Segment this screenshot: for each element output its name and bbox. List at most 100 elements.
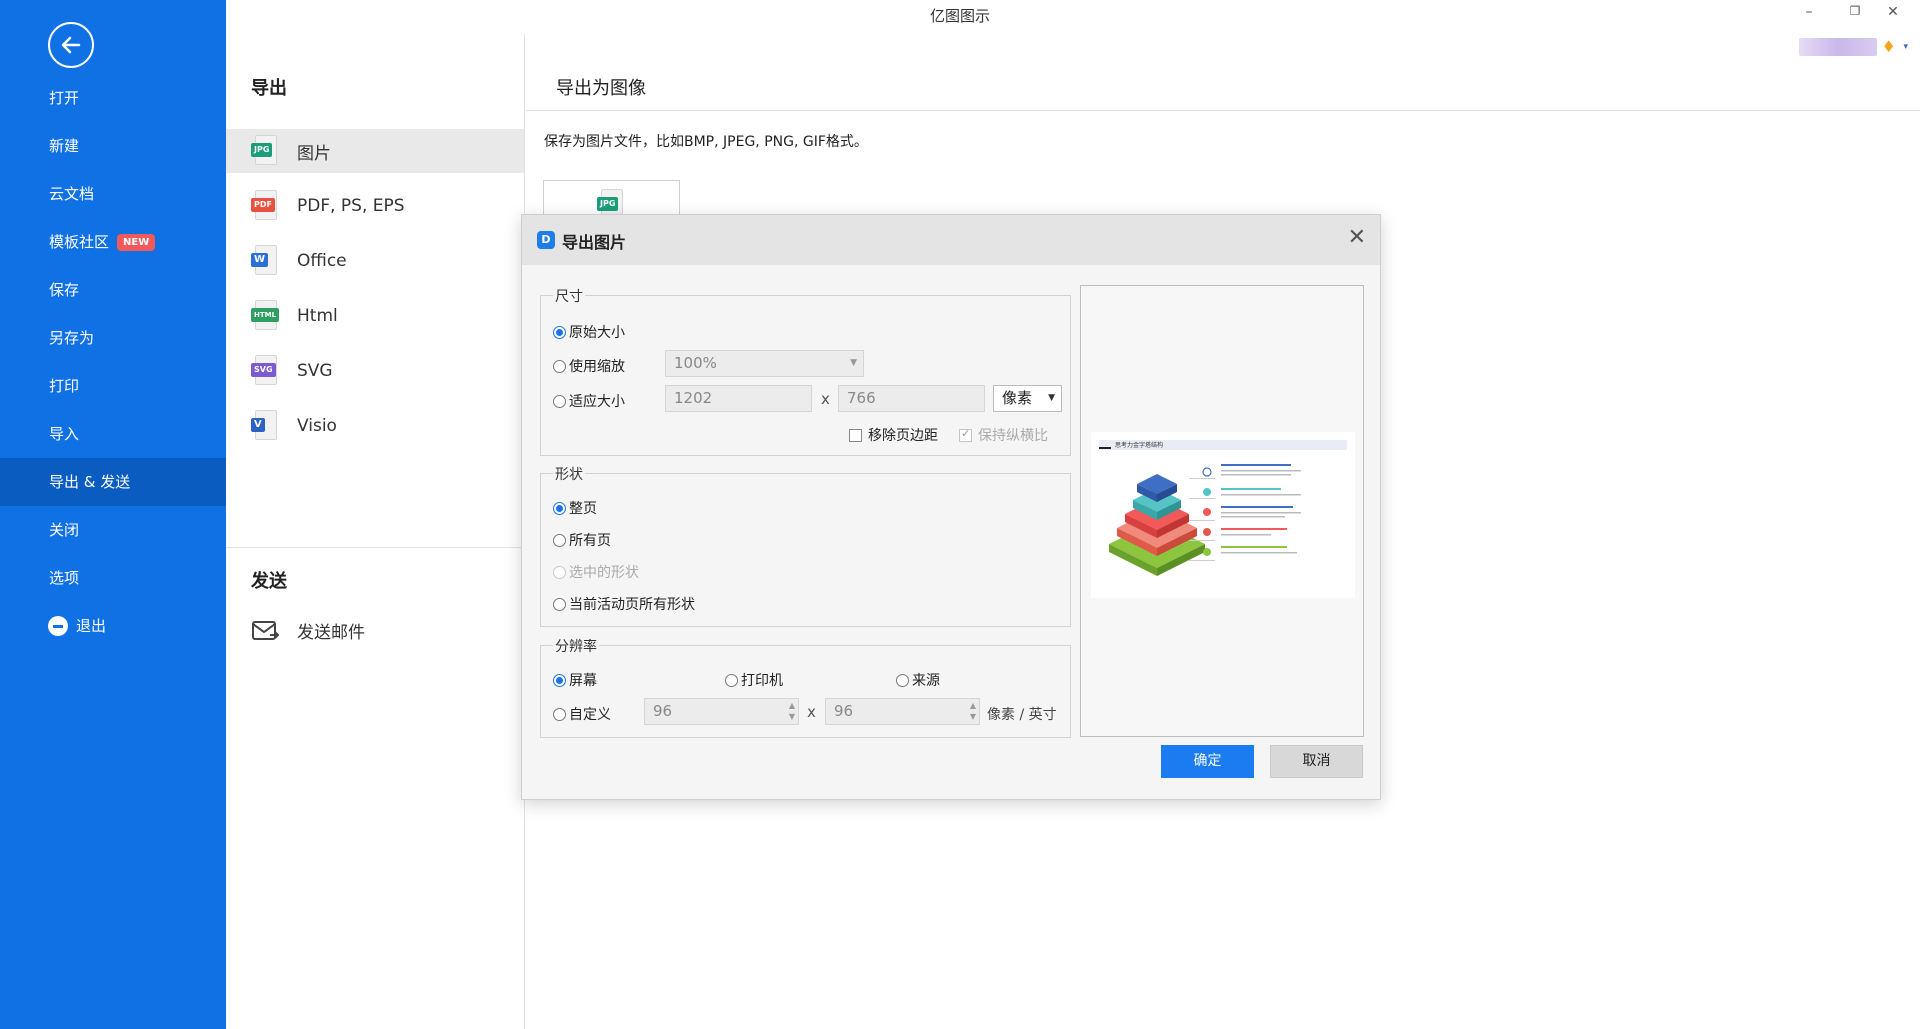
sidebar-item-label: 打印	[49, 377, 80, 395]
sidebar-item-templates[interactable]: 模板社区 NEW	[0, 218, 226, 266]
times-separator: x	[807, 703, 816, 721]
option-label: 使用缩放	[569, 359, 625, 375]
back-button[interactable]	[48, 22, 94, 68]
shape-group-title: 形状	[553, 464, 585, 484]
radio-button[interactable]	[553, 501, 566, 515]
sidebar-item-exit[interactable]: 退出	[0, 602, 226, 650]
format-item-html[interactable]: HTML Html	[226, 294, 524, 338]
pdf-file-icon: PDF	[251, 190, 279, 222]
send-email-item[interactable]: 发送邮件	[251, 618, 365, 643]
dpi-x-input[interactable]: 96 ▲ ▼	[644, 698, 799, 725]
radio-button[interactable]	[553, 673, 566, 687]
width-input[interactable]: 1202	[665, 385, 812, 412]
shape-all-pages-option[interactable]: 所有页	[553, 530, 611, 550]
format-item-visio[interactable]: V Visio	[226, 404, 524, 448]
dpi-x-value: 96	[653, 702, 673, 720]
radio-button[interactable]	[553, 707, 566, 721]
html-file-icon: HTML	[251, 300, 280, 332]
zoom-select[interactable]: 100% ▼	[665, 350, 864, 377]
format-item-pdf[interactable]: PDF PDF, PS, EPS	[226, 184, 524, 228]
format-item-office[interactable]: W Office	[226, 239, 524, 283]
sidebar-item-label: 选项	[49, 569, 80, 587]
resolution-group-title: 分辨率	[553, 636, 599, 656]
checkbox[interactable]	[959, 427, 972, 442]
format-label: SVG	[297, 361, 333, 381]
radio-button[interactable]	[553, 394, 566, 408]
radio-button[interactable]	[553, 325, 566, 339]
checkbox[interactable]	[849, 428, 862, 442]
sidebar-menu: 打开 新建 云文档 模板社区 NEW 保存 另存为 打印 导入 导出 & 发送 关…	[0, 74, 226, 650]
app-logo-icon: D	[537, 231, 555, 249]
pyramid-diagram-preview: 思考力金字塔结构	[1099, 440, 1347, 576]
minimize-button[interactable]: –	[1796, 4, 1822, 20]
app-title: 亿图图示	[929, 7, 990, 25]
sidebar-item-close[interactable]: 关闭	[0, 506, 226, 554]
sidebar: 打开 新建 云文档 模板社区 NEW 保存 另存为 打印 导入 导出 & 发送 关…	[0, 0, 226, 1029]
confirm-button[interactable]: 确定	[1161, 745, 1254, 778]
sidebar-item-label: 退出	[76, 617, 107, 635]
sidebar-item-new[interactable]: 新建	[0, 122, 226, 170]
shape-selected-option: 选中的形状	[553, 562, 639, 582]
dpi-y-input[interactable]: 96 ▲ ▼	[825, 698, 980, 725]
option-label: 打印机	[741, 673, 783, 689]
radio-button[interactable]	[553, 597, 566, 611]
vip-diamond-icon: ♦	[1881, 37, 1896, 56]
checkbox-label: 移除页边距	[868, 428, 938, 444]
option-label: 整页	[569, 501, 597, 517]
option-label: 选中的形状	[569, 565, 639, 581]
sidebar-item-open[interactable]: 打开	[0, 74, 226, 122]
user-avatar	[1799, 38, 1878, 56]
sidebar-item-save-as[interactable]: 另存为	[0, 314, 226, 362]
restore-button[interactable]: ❐	[1842, 4, 1868, 18]
preview-thumbnail: 思考力金字塔结构	[1091, 432, 1355, 598]
sidebar-item-label: 打开	[49, 89, 80, 107]
resolution-source-option[interactable]: 来源	[896, 670, 940, 690]
send-email-label: 发送邮件	[297, 623, 365, 643]
spinner-icon[interactable]: ▲ ▼	[970, 700, 976, 722]
export-image-dialog: D 导出图片 ✕ 尺寸 原始大小 使用缩放 100% ▼ 适应大小 1202 x …	[521, 214, 1381, 800]
size-zoom-option[interactable]: 使用缩放	[553, 356, 625, 376]
size-fit-option[interactable]: 适应大小	[553, 391, 625, 411]
sidebar-item-label: 保存	[49, 281, 80, 299]
format-item-svg[interactable]: SVG SVG	[226, 349, 524, 393]
caret-down-icon: ▾	[1903, 42, 1908, 52]
keep-ratio-checkbox[interactable]: 保持纵横比	[959, 425, 1048, 445]
sidebar-item-label: 关闭	[49, 521, 80, 539]
resolution-custom-option[interactable]: 自定义	[553, 704, 611, 724]
dialog-close-button[interactable]: ✕	[1348, 225, 1366, 251]
height-input[interactable]: 766	[838, 385, 985, 412]
dpi-y-value: 96	[834, 702, 854, 720]
format-item-image[interactable]: JPG 图片	[226, 129, 524, 173]
new-badge: NEW	[117, 233, 156, 251]
radio-button[interactable]	[553, 359, 566, 373]
format-label: Html	[297, 306, 338, 326]
user-account[interactable]: ♦ ▾	[1799, 38, 1908, 56]
preview-diagram-title: 思考力金字塔结构	[1115, 441, 1163, 449]
radio-button[interactable]	[553, 533, 566, 547]
shape-current-page-option[interactable]: 当前活动页所有形状	[553, 594, 695, 614]
sidebar-item-save[interactable]: 保存	[0, 266, 226, 314]
size-original-option[interactable]: 原始大小	[553, 322, 625, 342]
cancel-button[interactable]: 取消	[1270, 745, 1363, 778]
radio-button[interactable]	[725, 673, 738, 687]
size-group-title: 尺寸	[553, 286, 585, 306]
size-group: 尺寸 原始大小 使用缩放 100% ▼ 适应大小 1202 x 766 像素 ▼ 移…	[540, 286, 1071, 456]
close-window-button[interactable]: ✕	[1880, 4, 1906, 20]
unit-select[interactable]: 像素 ▼	[993, 385, 1062, 412]
sidebar-item-print[interactable]: 打印	[0, 362, 226, 410]
visio-file-icon: V	[251, 410, 279, 442]
resolution-screen-option[interactable]: 屏幕	[553, 670, 597, 690]
format-label: Visio	[297, 416, 337, 436]
caret-down-icon: ▼	[850, 358, 857, 368]
remove-margin-checkbox[interactable]: 移除页边距	[849, 425, 938, 445]
word-file-icon: W	[251, 245, 279, 277]
shape-whole-page-option[interactable]: 整页	[553, 498, 597, 518]
sidebar-item-options[interactable]: 选项	[0, 554, 226, 602]
spinner-icon[interactable]: ▲ ▼	[789, 700, 795, 722]
sidebar-item-import[interactable]: 导入	[0, 410, 226, 458]
dpi-unit-label: 像素 / 英寸	[987, 707, 1057, 723]
sidebar-item-export-send[interactable]: 导出 & 发送	[0, 458, 226, 506]
radio-button[interactable]	[896, 673, 909, 687]
sidebar-item-cloud[interactable]: 云文档	[0, 170, 226, 218]
resolution-printer-option[interactable]: 打印机	[725, 670, 783, 690]
